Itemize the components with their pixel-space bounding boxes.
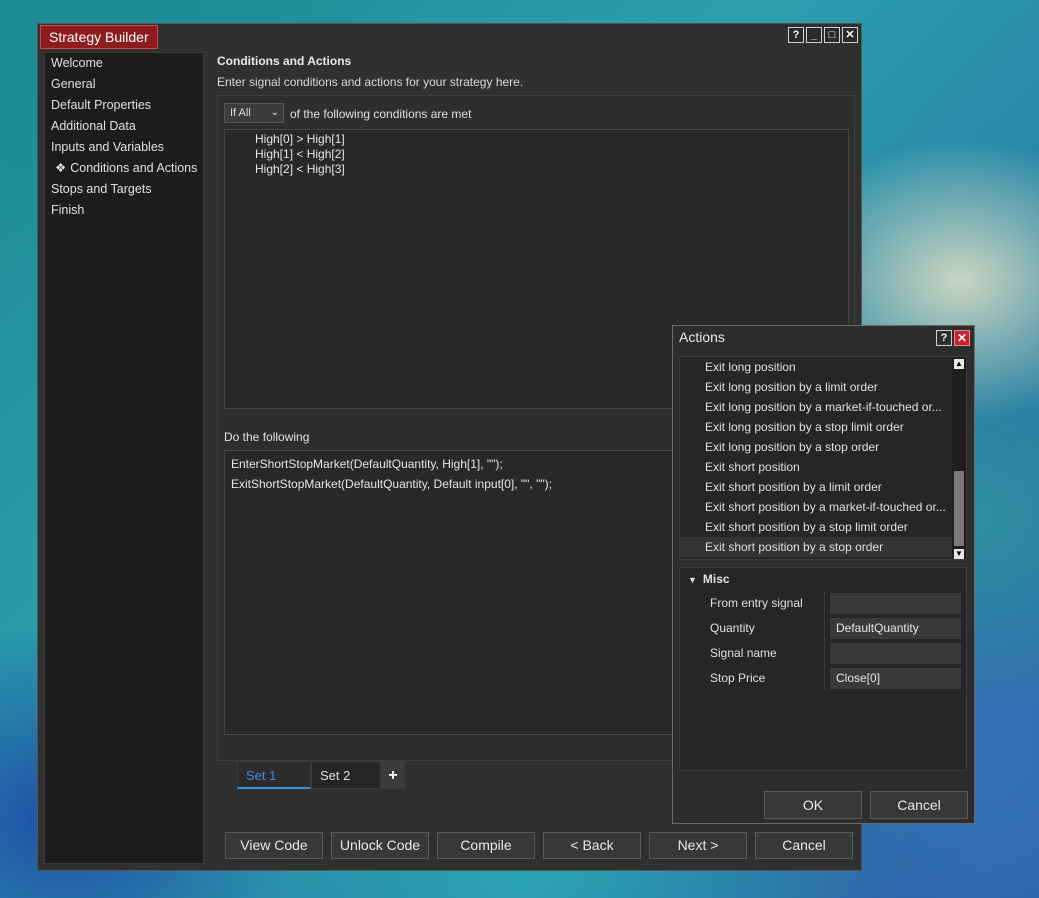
do-following-label: Do the following (224, 430, 310, 444)
list-item[interactable]: Exit long position (680, 357, 955, 377)
chevron-down-icon: ⌄ (270, 107, 279, 118)
list-item[interactable]: Exit long position by a limit order (680, 377, 955, 397)
nav-item-welcome[interactable]: Welcome (45, 53, 203, 74)
list-item-selected[interactable]: Exit short position by a stop order (680, 537, 955, 557)
quantity-field[interactable]: DefaultQuantity (830, 618, 961, 639)
properties-grid: ▼ Misc From entry signal Quantity Default… (679, 567, 967, 771)
unlock-code-button[interactable]: Unlock Code (331, 832, 429, 859)
list-item[interactable]: Exit long position by a stop limit order (680, 417, 955, 437)
collapse-triangle-icon: ▼ (688, 575, 697, 585)
misc-category[interactable]: ▼ Misc (688, 572, 730, 586)
nav-item-finish[interactable]: Finish (45, 200, 203, 221)
compile-button[interactable]: Compile (437, 832, 535, 859)
property-label: Quantity (710, 621, 755, 635)
nav-item-general[interactable]: General (45, 74, 203, 95)
tab-set-2[interactable]: Set 2 (311, 761, 381, 789)
list-item[interactable]: Exit long position by a market-if-touche… (680, 397, 955, 417)
column-divider (824, 616, 825, 641)
nav-item-inputs-variables[interactable]: Inputs and Variables (45, 137, 203, 158)
condition-item[interactable]: High[0] > High[1] (255, 132, 848, 147)
back-button[interactable]: < Back (543, 832, 641, 859)
property-label: From entry signal (710, 596, 803, 610)
property-label: Signal name (710, 646, 777, 660)
view-code-button[interactable]: View Code (225, 832, 323, 859)
scroll-thumb[interactable] (954, 471, 964, 546)
if-all-select[interactable]: If All ⌄ (224, 103, 284, 123)
help-icon[interactable]: ? (788, 27, 804, 43)
scroll-up-icon[interactable]: ▲ (954, 359, 964, 369)
wizard-nav: Welcome General Default Properties Addit… (44, 52, 204, 864)
list-item[interactable]: Exit short position by a market-if-touch… (680, 497, 955, 517)
dialog-controls: ? ✕ (936, 330, 970, 346)
tab-set-1[interactable]: Set 1 (237, 761, 311, 789)
set-tabs: Set 1 Set 2 + (237, 761, 405, 789)
ok-button[interactable]: OK (764, 791, 862, 819)
page-title: Conditions and Actions (217, 54, 352, 68)
property-label: Stop Price (710, 671, 766, 685)
list-item[interactable]: Exit short position by a stop limit orde… (680, 517, 955, 537)
close-icon[interactable]: ✕ (954, 330, 970, 346)
close-icon[interactable]: ✕ (842, 27, 858, 43)
add-set-button[interactable]: + (381, 761, 405, 789)
nav-item-label: Conditions and Actions (70, 161, 198, 175)
property-row: Signal name (680, 641, 966, 666)
actions-dialog: Actions ? ✕ Exit long position Exit long… (672, 325, 975, 824)
stop-price-field[interactable]: Close[0] (830, 668, 961, 689)
list-item[interactable]: Exit long position by a stop order (680, 437, 955, 457)
column-divider (824, 641, 825, 666)
action-type-list[interactable]: Exit long position Exit long position by… (679, 356, 967, 560)
signal-name-field[interactable] (830, 643, 961, 664)
list-scrollbar[interactable]: ▲ ▼ (952, 357, 966, 559)
condition-item[interactable]: High[2] < High[3] (255, 162, 848, 177)
next-button[interactable]: Next > (649, 832, 747, 859)
dialog-cancel-button[interactable]: Cancel (870, 791, 968, 819)
from-entry-signal-field[interactable] (830, 593, 961, 614)
dialog-title: Actions (679, 329, 725, 345)
column-divider (824, 591, 825, 616)
window-controls: ? _ □ ✕ (788, 27, 858, 43)
if-select-value: If All (230, 107, 251, 119)
nav-item-stops-targets[interactable]: Stops and Targets (45, 179, 203, 200)
nav-item-additional-data[interactable]: Additional Data (45, 116, 203, 137)
property-row: Quantity DefaultQuantity (680, 616, 966, 641)
nav-item-default-properties[interactable]: Default Properties (45, 95, 203, 116)
list-item[interactable]: Exit short position by a limit order (680, 477, 955, 497)
property-row: From entry signal (680, 591, 966, 616)
help-icon[interactable]: ? (936, 330, 952, 346)
list-item[interactable]: Exit short position (680, 457, 955, 477)
property-row: Stop Price Close[0] (680, 666, 966, 691)
minimize-icon[interactable]: _ (806, 27, 822, 43)
maximize-icon[interactable]: □ (824, 27, 840, 43)
misc-label: Misc (702, 572, 730, 586)
bottom-toolbar: View Code Unlock Code Compile < Back Nex… (225, 832, 853, 859)
window-title: Strategy Builder (40, 25, 158, 49)
page-description: Enter signal conditions and actions for … (217, 75, 524, 89)
cancel-button[interactable]: Cancel (755, 832, 853, 859)
nav-item-conditions-actions[interactable]: ❖ Conditions and Actions (45, 158, 203, 179)
conditions-label: of the following conditions are met (290, 107, 472, 121)
active-bullet-icon: ❖ (55, 161, 67, 175)
scroll-down-icon[interactable]: ▼ (954, 549, 964, 559)
column-divider (824, 666, 825, 691)
condition-item[interactable]: High[1] < High[2] (255, 147, 848, 162)
